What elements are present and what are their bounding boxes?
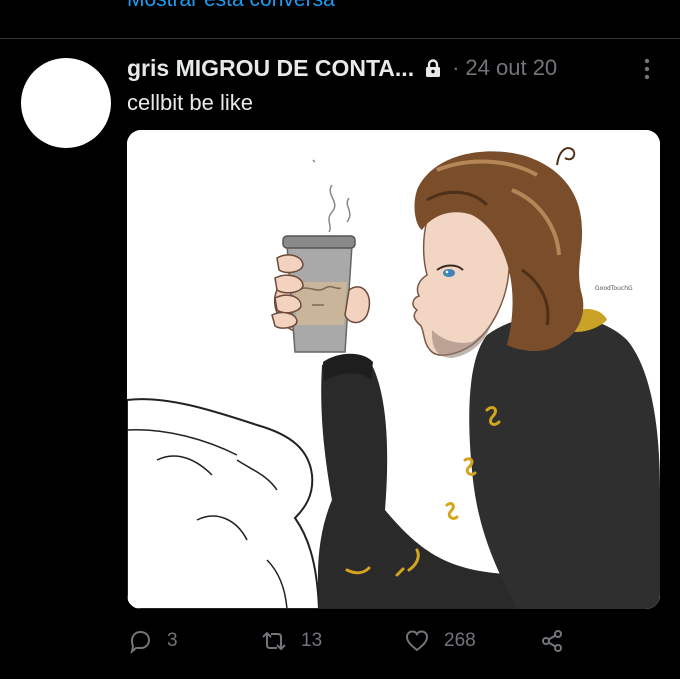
heart-icon xyxy=(405,630,429,652)
tweet-divider xyxy=(0,38,680,39)
like-button[interactable]: 268 xyxy=(404,623,476,659)
tweet-header: gris MIGROU DE CONTA... · 24 out 20 xyxy=(127,52,557,84)
retweet-icon xyxy=(262,631,286,651)
retweet-button[interactable]: 13 xyxy=(261,623,322,659)
lock-icon xyxy=(426,59,441,77)
timestamp[interactable]: 24 out 20 xyxy=(465,55,557,81)
retweet-count: 13 xyxy=(301,630,323,651)
illustration: GoodTouchG xyxy=(127,130,660,609)
tweet-actions: 3 13 268 xyxy=(127,623,660,659)
separator-dot: · xyxy=(452,55,460,80)
reply-button[interactable]: 3 xyxy=(127,623,178,659)
tweet-image[interactable]: GoodTouchG xyxy=(127,130,660,609)
share-button[interactable] xyxy=(539,623,565,659)
like-count: 268 xyxy=(444,630,476,651)
display-name[interactable]: gris MIGROU DE CONTA... xyxy=(127,55,414,82)
reply-count: 3 xyxy=(167,630,178,651)
reply-icon xyxy=(130,630,151,654)
more-options-icon[interactable] xyxy=(636,56,658,82)
tweet-text: cellbit be like xyxy=(127,90,253,115)
share-icon xyxy=(542,630,562,652)
avatar[interactable] xyxy=(21,58,111,148)
show-conversation-link[interactable]: Mostrar esta conversa xyxy=(127,0,335,12)
artist-signature: GoodTouchG xyxy=(595,285,633,292)
coffee-cup xyxy=(282,235,356,353)
